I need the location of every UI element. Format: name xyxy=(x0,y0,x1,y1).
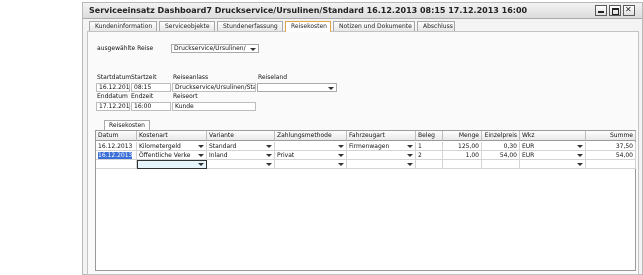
chevron-down-icon xyxy=(266,154,272,157)
tab-serviceobjekte[interactable]: Serviceobjekte xyxy=(159,21,215,31)
cell-fahrzeugart[interactable] xyxy=(347,151,416,160)
tab-stundenerfassung[interactable]: Stundenerfassung xyxy=(217,21,283,31)
enddatum-label: Enddatum xyxy=(97,93,128,100)
startdatum-field[interactable]: 16.12.2013 xyxy=(96,83,130,92)
cell-einzelpreis[interactable] xyxy=(482,160,520,169)
reiseland-select[interactable] xyxy=(257,83,337,92)
cell-zahlungsmethode-value: Privat xyxy=(277,152,295,159)
chevron-down-icon xyxy=(266,145,272,148)
cell-fahrzeugart[interactable] xyxy=(347,160,416,169)
chevron-down-icon xyxy=(577,163,583,166)
cell-kostenart[interactable]: Öffentliche Verke xyxy=(137,151,207,160)
cell-kostenart[interactable] xyxy=(137,160,207,169)
cell-einzelpreis[interactable]: 54,00 xyxy=(482,151,520,160)
col-header-variante[interactable]: Variante xyxy=(207,131,275,141)
tab-reisekosten-inner[interactable]: Reisekosten xyxy=(104,120,150,130)
chevron-down-icon xyxy=(407,163,413,166)
cell-beleg[interactable] xyxy=(416,160,443,169)
col-header-einzelpreis[interactable]: Einzelpreis xyxy=(482,131,520,141)
endzeit-field[interactable]: 16:00 xyxy=(131,102,171,111)
startdatum-label: Startdatum xyxy=(97,74,132,81)
startzeit-field[interactable]: 08:15 xyxy=(131,83,171,92)
startzeit-label: Startzeit xyxy=(131,74,157,81)
cell-beleg[interactable]: 1 xyxy=(416,142,443,151)
cell-wkz[interactable] xyxy=(520,160,586,169)
maximize-button[interactable] xyxy=(609,5,621,16)
col-header-zahlungsmethode[interactable]: Zahlungsmethode xyxy=(275,131,347,141)
endzeit-label: Endzeit xyxy=(131,93,154,100)
col-header-menge[interactable]: Menge xyxy=(443,131,482,141)
cell-einzelpreis[interactable]: 0,30 xyxy=(482,142,520,151)
cell-summe xyxy=(586,160,636,169)
col-header-beleg[interactable]: Beleg xyxy=(416,131,443,141)
chevron-down-icon xyxy=(198,163,204,166)
cell-zahlungsmethode[interactable] xyxy=(275,160,347,169)
reisekosten-table: Datum Kostenart Variante Zahlungsmethode… xyxy=(95,130,636,271)
cell-menge[interactable] xyxy=(443,160,482,169)
cell-menge[interactable]: 1,00 xyxy=(443,151,482,160)
cell-datum[interactable]: 16.12.2013 xyxy=(96,151,137,160)
reiseanlass-field[interactable]: Druckservice/Ursulinen/Sta xyxy=(172,83,256,92)
cell-wkz-value: EUR xyxy=(522,143,535,150)
close-button[interactable] xyxy=(623,5,635,16)
cell-variante[interactable] xyxy=(207,160,275,169)
chevron-down-icon xyxy=(198,154,204,157)
cell-datum[interactable] xyxy=(96,160,137,169)
cell-fahrzeugart[interactable]: Firmenwagen xyxy=(347,142,416,151)
reiseland-label: Reiseland xyxy=(258,74,288,81)
tab-notizen-und-dokumente[interactable]: Notizen und Dokumente xyxy=(333,21,415,31)
cell-variante-value: Standard xyxy=(209,143,237,150)
minimize-button[interactable] xyxy=(595,5,607,16)
reise-value: Druckservice/Ursulinen/ xyxy=(174,45,246,52)
cell-variante-value: Inland xyxy=(209,152,228,159)
chevron-down-icon xyxy=(577,145,583,148)
cell-wkz-value: EUR xyxy=(522,152,535,159)
cell-wkz[interactable]: EUR xyxy=(520,142,586,151)
window-title: Serviceeinsatz Dashboard7 Druckservice/U… xyxy=(89,6,528,15)
cell-kostenart-value: Kilometergeld xyxy=(139,143,181,150)
cell-kostenart-value: Öffentliche Verke xyxy=(139,152,191,159)
reiseanlass-label: Reiseanlass xyxy=(173,74,209,81)
reise-select[interactable]: Druckservice/Ursulinen/ xyxy=(171,44,259,53)
col-header-kostenart[interactable]: Kostenart xyxy=(137,131,207,141)
cell-beleg[interactable]: 2 xyxy=(416,151,443,160)
reiseort-label: Reiseort xyxy=(173,93,198,100)
reiseort-field[interactable]: Kunde xyxy=(172,102,256,111)
tab-reisekosten[interactable]: Reisekosten xyxy=(285,21,331,32)
chevron-down-icon xyxy=(407,145,413,148)
cell-wkz[interactable]: EUR xyxy=(520,151,586,160)
chevron-down-icon xyxy=(407,154,413,157)
chevron-down-icon xyxy=(338,163,344,166)
chevron-down-icon xyxy=(250,48,256,51)
title-bar[interactable]: Serviceeinsatz Dashboard7 Druckservice/U… xyxy=(83,3,642,19)
chevron-down-icon xyxy=(338,145,344,148)
cell-fahrzeugart-value: Firmenwagen xyxy=(349,143,390,150)
reise-label: ausgewählte Reise xyxy=(97,45,154,52)
chevron-down-icon xyxy=(198,145,204,148)
tab-kundeninformation[interactable]: Kundeninformation xyxy=(89,21,157,31)
col-header-wkz[interactable]: Wkz xyxy=(520,131,586,141)
chevron-down-icon xyxy=(266,163,272,166)
chevron-down-icon xyxy=(338,154,344,157)
cell-summe: 54,00 xyxy=(586,151,636,160)
cell-kostenart[interactable]: Kilometergeld xyxy=(137,142,207,151)
cell-zahlungsmethode[interactable] xyxy=(275,142,347,151)
col-header-summe[interactable]: Summe xyxy=(586,131,636,141)
cell-zahlungsmethode[interactable]: Privat xyxy=(275,151,347,160)
col-header-fahrzeugart[interactable]: Fahrzeugart xyxy=(347,131,416,141)
window: Serviceeinsatz Dashboard7 Druckservice/U… xyxy=(82,2,643,275)
cell-datum[interactable]: 16.12.2013 xyxy=(96,142,137,151)
cell-variante[interactable]: Inland xyxy=(207,151,275,160)
chevron-down-icon xyxy=(577,154,583,157)
tab-content: ausgewählte Reise Druckservice/Ursulinen… xyxy=(87,31,639,275)
chevron-down-icon xyxy=(328,87,334,90)
cell-menge[interactable]: 125,00 xyxy=(443,142,482,151)
cell-datum-value: 16.12.2013 xyxy=(98,152,133,159)
col-header-datum[interactable]: Datum xyxy=(96,131,137,141)
cell-variante[interactable]: Standard xyxy=(207,142,275,151)
cell-summe: 37,50 xyxy=(586,142,636,151)
tab-abschluss[interactable]: Abschluss xyxy=(417,21,455,31)
enddatum-field[interactable]: 17.12.2013 xyxy=(96,102,130,111)
